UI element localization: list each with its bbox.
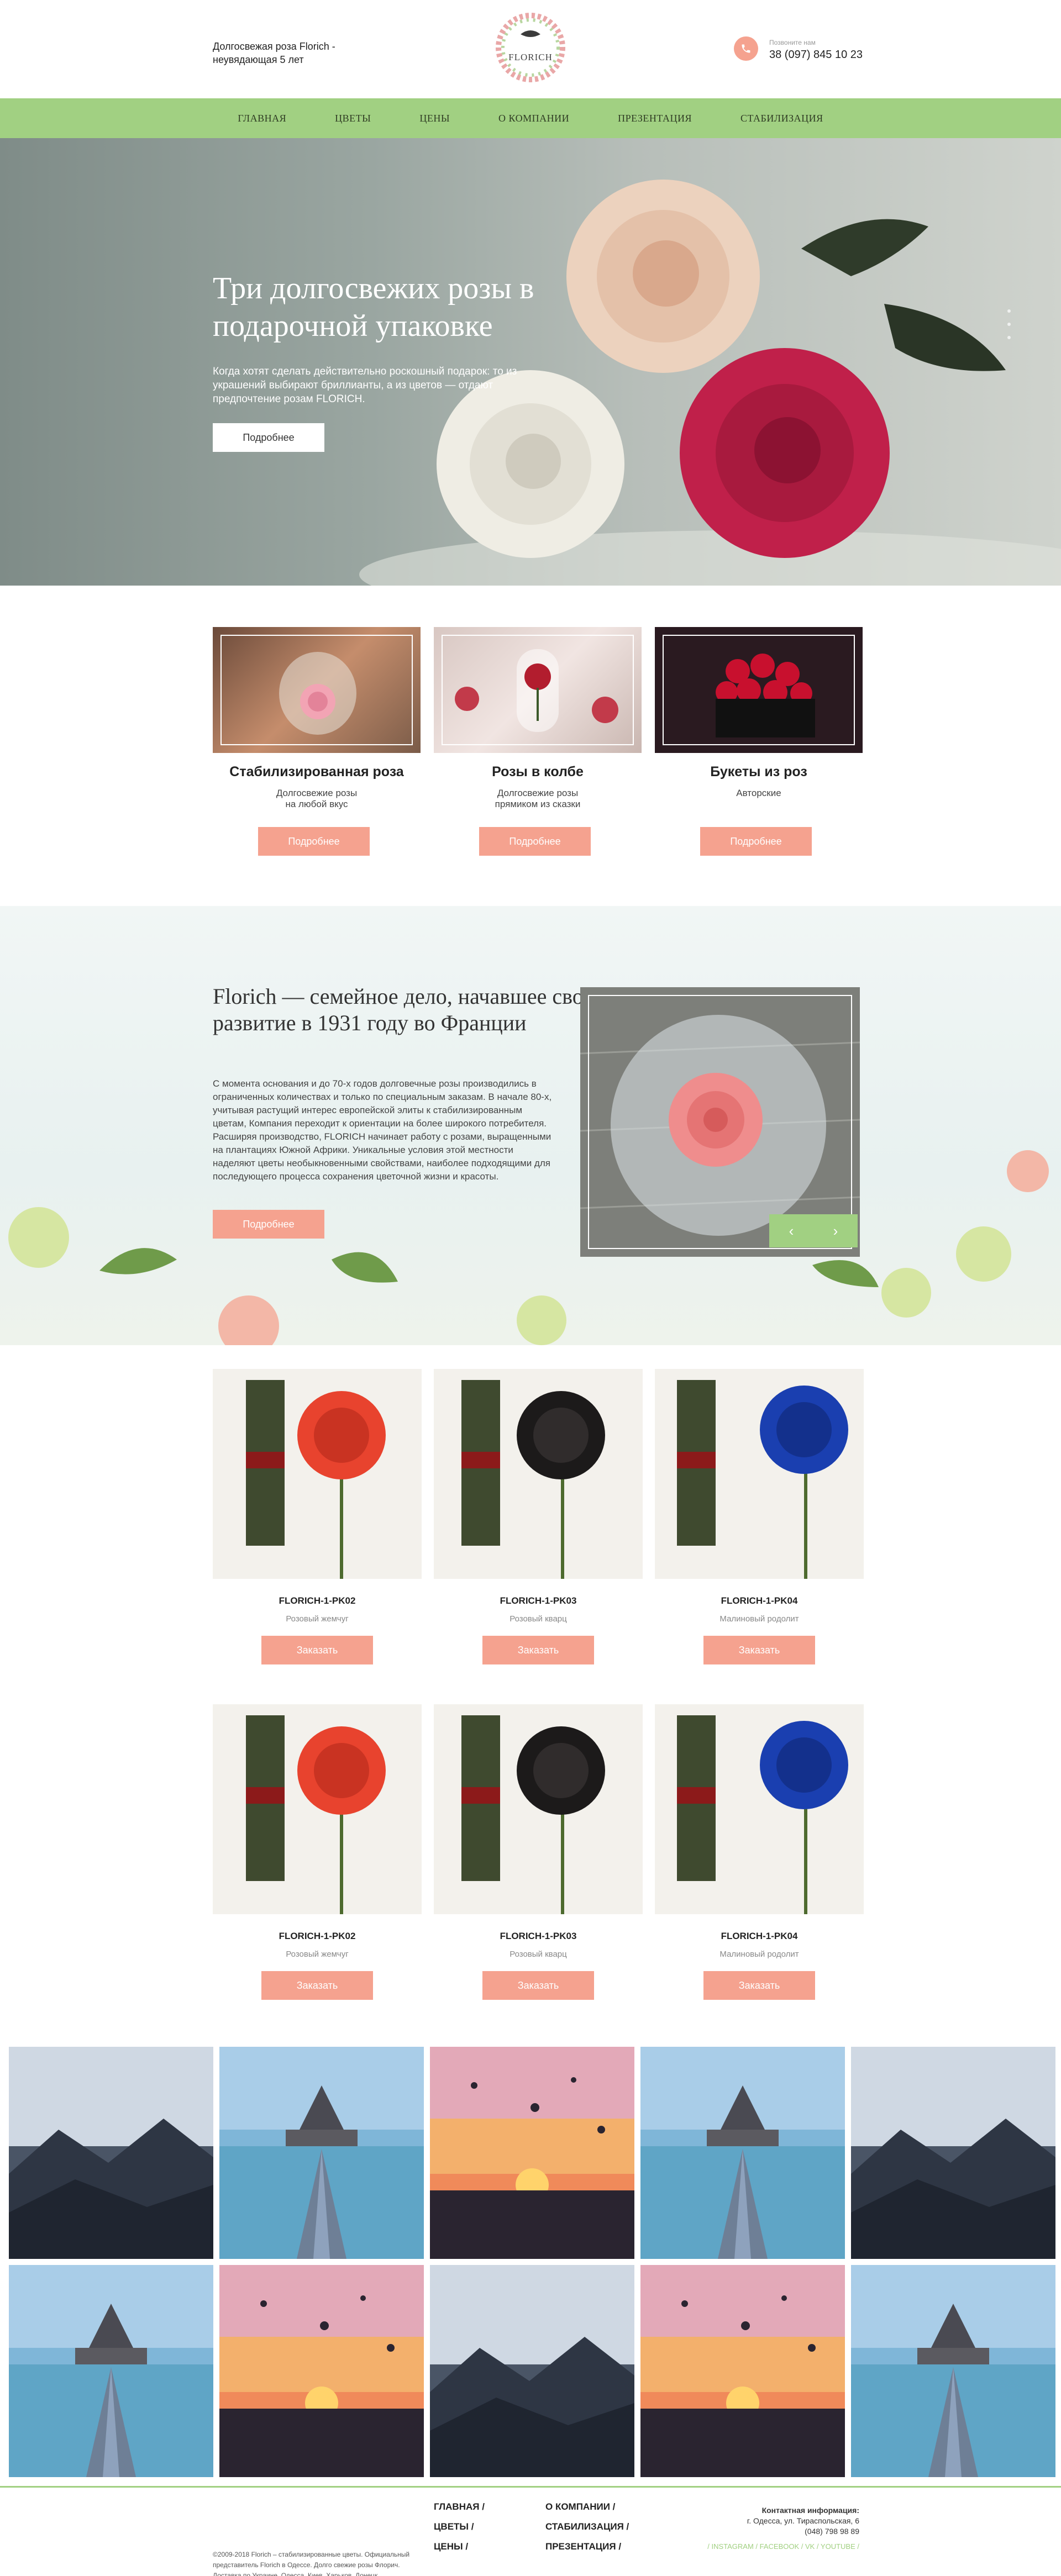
category-more-button[interactable]: Подробнее <box>479 827 591 856</box>
footer-link-flowers[interactable]: ЦВЕТЫ / <box>434 2517 485 2537</box>
nav-item-presentation[interactable]: ПРЕЗЕНТАЦИЯ <box>593 113 716 124</box>
main-nav: ГЛАВНАЯ ЦВЕТЫ ЦЕНЫ О КОМПАНИИ ПРЕЗЕНТАЦИ… <box>0 98 1061 138</box>
footer-contacts: Контактная информация: г. Одесса, ул. Ти… <box>669 2505 859 2537</box>
slider-arrows: ‹ › <box>769 1214 858 1247</box>
category-card[interactable]: Розы в колбе Долгосвежие розы прямиком и… <box>434 627 642 859</box>
slider-dots[interactable] <box>1007 309 1011 349</box>
order-button[interactable]: Заказать <box>261 1636 373 1664</box>
product-image <box>655 1704 864 1914</box>
product-card[interactable]: FLORICH-1-PK04 Малиновый родолит Заказат… <box>655 1369 864 1664</box>
footer-phone[interactable]: (048) 798 98 89 <box>669 2526 859 2537</box>
arrow-right-icon[interactable]: › <box>813 1214 858 1247</box>
gallery-photo[interactable] <box>851 2265 1055 2477</box>
gallery-photo[interactable] <box>9 2265 213 2477</box>
phone-number[interactable]: 38 (097) 845 10 23 <box>769 49 863 61</box>
product-image <box>213 1369 422 1579</box>
about-more-button[interactable]: Подробнее <box>213 1210 324 1239</box>
category-title: Стабилизированная роза <box>229 764 404 779</box>
order-button[interactable]: Заказать <box>703 1971 815 2000</box>
product-image <box>434 1704 643 1914</box>
order-button[interactable]: Заказать <box>482 1636 594 1664</box>
product-card[interactable]: FLORICH-1-PK02 Розовый жемчуг Заказать <box>213 1369 422 1664</box>
footer-menu-2: О КОМПАНИИ / СТАБИЛИЗАЦИЯ / ПРЕЗЕНТАЦИЯ … <box>545 2497 629 2557</box>
product-code: FLORICH-1-PK02 <box>279 1595 356 1606</box>
category-image <box>655 627 863 753</box>
product-card[interactable]: FLORICH-1-PK03 Розовый кварц Заказать <box>434 1369 643 1664</box>
nav-item-stabilization[interactable]: СТАБИЛИЗАЦИЯ <box>716 113 848 124</box>
footer-social-links[interactable]: / INSTAGRAM / FACEBOOK / VK / YOUTUBE / <box>699 2542 859 2551</box>
product-card[interactable]: FLORICH-1-PK03 Розовый кварц Заказать <box>434 1704 643 2000</box>
gallery-photo[interactable] <box>219 2047 424 2259</box>
footer-link-about[interactable]: О КОМПАНИИ / <box>545 2497 629 2517</box>
order-button[interactable]: Заказать <box>703 1636 815 1664</box>
product-name: Малиновый родолит <box>719 1950 799 1959</box>
nav-item-about[interactable]: О КОМПАНИИ <box>474 113 593 124</box>
gallery-photo[interactable] <box>640 2047 845 2259</box>
phone-label: Позвоните нам <box>769 39 816 46</box>
category-card[interactable]: Стабилизированная роза Долгосвежие розы … <box>213 627 421 859</box>
footer-menu-1: ГЛАВНАЯ / ЦВЕТЫ / ЦЕНЫ / <box>434 2497 485 2557</box>
about-text: С момента основания и до 70-х годов долг… <box>213 1078 552 1182</box>
logo-text: FLORICH <box>508 52 553 62</box>
hero-title: Три долгосвежих розы в подарочной упаков… <box>213 271 534 343</box>
gallery-photo[interactable] <box>9 2047 213 2259</box>
category-image <box>434 627 642 753</box>
product-code: FLORICH-1-PK03 <box>500 1595 577 1606</box>
about-title: Florich — семейное дело, начавшее свое р… <box>213 984 593 1035</box>
hero-roses-image <box>359 180 1061 586</box>
gallery-photo[interactable] <box>640 2265 845 2477</box>
hero-more-button[interactable]: Подробнее <box>213 423 324 452</box>
category-image <box>213 627 421 753</box>
category-card[interactable]: Букеты из роз Авторские Подробнее <box>655 627 863 859</box>
product-name: Малиновый родолит <box>719 1614 799 1624</box>
order-button[interactable]: Заказать <box>261 1971 373 2000</box>
product-code: FLORICH-1-PK04 <box>721 1595 798 1606</box>
product-image <box>434 1369 643 1579</box>
gallery-photo[interactable] <box>430 2265 634 2477</box>
product-code: FLORICH-1-PK03 <box>500 1931 577 1941</box>
nav-item-home[interactable]: ГЛАВНАЯ <box>213 113 311 124</box>
order-button[interactable]: Заказать <box>482 1971 594 2000</box>
product-image <box>655 1369 864 1579</box>
footer-contact-title: Контактная информация: <box>761 2506 859 2515</box>
logo[interactable]: FLORICH <box>492 8 569 91</box>
footer-address: г. Одесса, ул. Тираспольская, 6 <box>747 2516 859 2525</box>
footer-link-home[interactable]: ГЛАВНАЯ / <box>434 2497 485 2517</box>
hero-text: Когда хотят сделать действительно роскош… <box>213 366 517 405</box>
gallery-photo[interactable] <box>219 2265 424 2477</box>
nav-item-prices[interactable]: ЦЕНЫ <box>395 113 474 124</box>
product-name: Розовый жемчуг <box>286 1950 349 1959</box>
footer-divider <box>0 2486 1061 2488</box>
footer-copyright: ©2009-2018 Florich – стабилизированные ц… <box>213 2551 410 2576</box>
phone-icon[interactable] <box>734 36 758 61</box>
category-title: Букеты из роз <box>710 764 807 779</box>
category-more-button[interactable]: Подробнее <box>700 827 812 856</box>
product-name: Розовый кварц <box>510 1950 567 1959</box>
arrow-left-icon[interactable]: ‹ <box>769 1214 813 1247</box>
category-subtitle: Долгосвежие розы прямиком из сказки <box>495 788 581 809</box>
product-image <box>213 1704 422 1914</box>
gallery-photo[interactable] <box>430 2047 634 2259</box>
gallery-photo[interactable] <box>851 2047 1055 2259</box>
category-title: Розы в колбе <box>492 764 584 779</box>
nav-item-flowers[interactable]: ЦВЕТЫ <box>311 113 395 124</box>
product-name: Розовый кварц <box>510 1614 567 1624</box>
footer-link-presentation[interactable]: ПРЕЗЕНТАЦИЯ / <box>545 2537 629 2557</box>
product-code: FLORICH-1-PK04 <box>721 1931 798 1941</box>
footer-link-prices[interactable]: ЦЕНЫ / <box>434 2537 485 2557</box>
product-card[interactable]: FLORICH-1-PK04 Малиновый родолит Заказат… <box>655 1704 864 2000</box>
hero-banner <box>0 138 1061 586</box>
category-subtitle: Долгосвежие розы на любой вкус <box>276 788 358 809</box>
category-subtitle: Авторские <box>736 788 781 798</box>
footer-link-stabilization[interactable]: СТАБИЛИЗАЦИЯ / <box>545 2517 629 2537</box>
category-more-button[interactable]: Подробнее <box>258 827 370 856</box>
product-code: FLORICH-1-PK02 <box>279 1931 356 1941</box>
product-name: Розовый жемчуг <box>286 1614 349 1624</box>
header-tagline: Долгосвежая роза Florich - неувядающая 5… <box>213 41 335 65</box>
product-card[interactable]: FLORICH-1-PK02 Розовый жемчуг Заказать <box>213 1704 422 2000</box>
